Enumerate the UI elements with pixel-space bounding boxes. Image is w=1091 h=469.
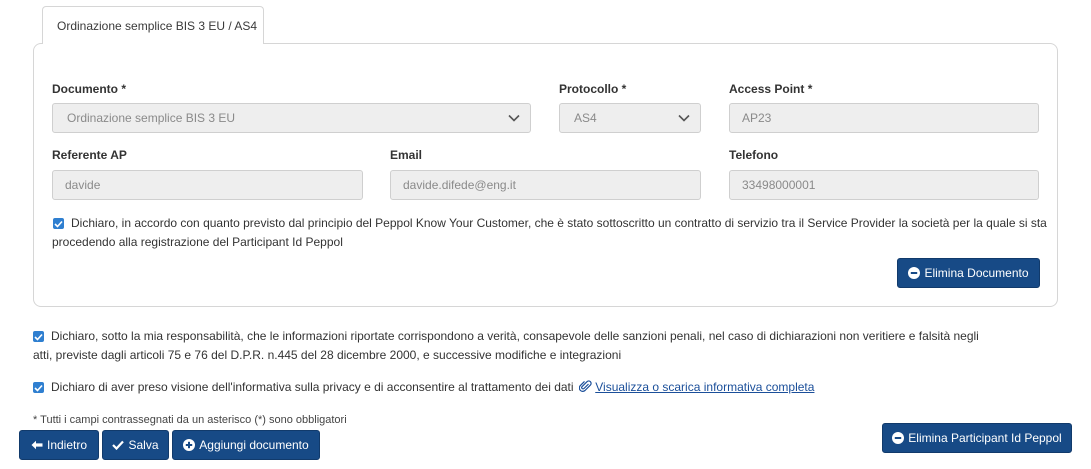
- documento-label: Documento *: [52, 82, 127, 96]
- elimina-documento-button[interactable]: Elimina Documento: [897, 258, 1040, 288]
- paperclip-icon: [578, 380, 592, 399]
- protocollo-value: AS4: [574, 111, 597, 125]
- documento-value: Ordinazione semplice BIS 3 EU: [67, 111, 236, 125]
- indietro-button[interactable]: Indietro: [19, 430, 99, 460]
- telefono-field[interactable]: 33498000001: [729, 170, 1039, 200]
- minus-circle-icon: [908, 267, 921, 279]
- indietro-label: Indietro: [46, 438, 88, 452]
- access-point-field[interactable]: AP23: [729, 103, 1039, 133]
- privacy-statement: Dichiaro di aver preso visione dell'info…: [51, 380, 574, 394]
- salva-button[interactable]: Salva: [102, 430, 169, 460]
- check-icon: [34, 384, 43, 392]
- check-icon: [34, 333, 43, 341]
- check-icon: [112, 440, 125, 450]
- privacy-checkbox[interactable]: [33, 382, 44, 393]
- kyc-text-line1: Dichiaro, in accordo con quanto previsto…: [71, 216, 1047, 230]
- elimina-participant-button[interactable]: Elimina Participant Id Peppol: [882, 423, 1072, 453]
- referente-field[interactable]: davide: [52, 170, 363, 200]
- kyc-text-line2: procedendo alla registrazione del Partic…: [52, 235, 343, 249]
- elimina-documento-label: Elimina Documento: [924, 266, 1029, 280]
- protocollo-label: Protocollo *: [559, 82, 627, 96]
- aggiungi-documento-button[interactable]: Aggiungi documento: [172, 430, 320, 460]
- minus-circle-icon: [892, 432, 905, 444]
- responsabilita-text-line1: Dichiaro, sotto la mia responsabilità, c…: [51, 329, 979, 343]
- referente-label: Referente AP: [52, 148, 127, 162]
- privacy-link[interactable]: Visualizza o scarica informativa complet…: [595, 380, 814, 394]
- arrow-left-icon: [31, 440, 43, 450]
- documento-select[interactable]: Ordinazione semplice BIS 3 EU: [52, 103, 531, 133]
- responsabilita-text-line2: atti, previste dagli articoli 75 e 76 de…: [33, 348, 622, 362]
- email-field[interactable]: davide.difede@eng.it: [390, 170, 701, 200]
- privacy-text: Dichiaro di aver preso visione dell'info…: [51, 378, 814, 399]
- telefono-label: Telefono: [729, 148, 779, 162]
- protocollo-select[interactable]: AS4: [559, 103, 701, 133]
- chevron-down-icon: [678, 104, 690, 132]
- email-label: Email: [390, 148, 423, 162]
- responsabilita-checkbox[interactable]: [33, 331, 44, 342]
- aggiungi-documento-label: Aggiungi documento: [199, 438, 309, 452]
- plus-circle-icon: [183, 439, 196, 451]
- check-icon: [54, 220, 63, 228]
- required-note: * Tutti i campi contrassegnati da un ast…: [33, 414, 347, 426]
- access-point-label: Access Point *: [729, 82, 813, 96]
- chevron-down-icon: [508, 104, 520, 132]
- kyc-checkbox[interactable]: [53, 218, 64, 229]
- elimina-participant-label: Elimina Participant Id Peppol: [908, 431, 1062, 445]
- salva-label: Salva: [128, 438, 159, 452]
